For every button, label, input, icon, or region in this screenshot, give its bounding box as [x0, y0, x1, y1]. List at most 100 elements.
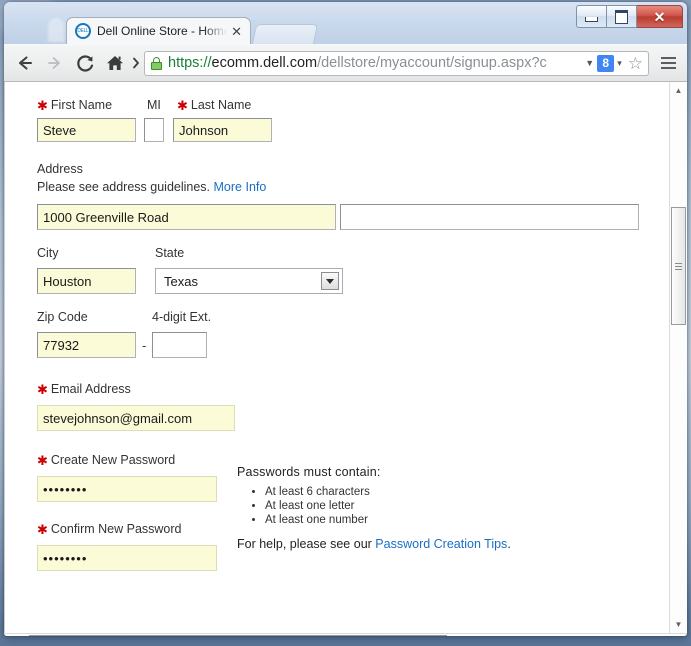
menu-icon-line: [660, 57, 676, 59]
url-text: https://ecomm.dell.com/dellstore/myaccou…: [168, 56, 582, 71]
city-input[interactable]: [37, 268, 136, 294]
password-rules-column: Passwords must contain: At least 6 chara…: [237, 451, 511, 571]
zip-label-cell: Zip Code: [37, 308, 152, 326]
last-name-label-text: Last Name: [190, 98, 252, 112]
zip-label: Zip Code: [37, 310, 88, 324]
password-rule-item: At least one number: [265, 513, 511, 527]
url-scheme: https://: [168, 55, 212, 71]
mi-input[interactable]: [144, 118, 164, 142]
state-select-value: Texas: [164, 273, 198, 289]
vertical-scrollbar-thumb[interactable]: [671, 207, 686, 325]
tab-dell-online-store[interactable]: DELL Dell Online Store - Home ✕: [66, 17, 251, 44]
password-rule-item: At least one letter: [265, 499, 511, 513]
zip-input[interactable]: [37, 332, 136, 358]
dell-favicon-icon: DELL: [75, 23, 91, 39]
name-fields-row: [37, 118, 669, 142]
background-tab[interactable]: [251, 24, 319, 44]
zip-ext-input[interactable]: [152, 332, 208, 358]
password-rules-list: At least 6 characters At least one lette…: [237, 485, 511, 527]
window-titlebar: ✕ DELL Dell Online Store - Home ✕: [4, 2, 687, 44]
last-name-input[interactable]: [173, 118, 272, 142]
browser-menu-button[interactable]: [655, 50, 681, 76]
city-label-cell: City: [37, 244, 155, 262]
zip-fields-row: -: [37, 332, 669, 358]
address-line1-input[interactable]: [37, 204, 336, 230]
address-helper-text: Please see address guidelines. More Info: [37, 180, 669, 194]
address-section: Address Please see address guidelines. M…: [37, 160, 669, 230]
menu-icon-line: [660, 67, 676, 69]
first-name-label-cell: ✱ First Name: [37, 96, 147, 114]
scroll-up-arrow-icon[interactable]: ▲: [670, 82, 687, 99]
bookmark-star-icon[interactable]: ☆: [625, 55, 645, 72]
email-label: ✱ Email Address: [37, 382, 131, 396]
password-help-suffix: .: [507, 537, 511, 551]
password-help-text: For help, please see our Password Creati…: [237, 537, 511, 551]
address-bar[interactable]: https://ecomm.dell.com/dellstore/myaccou…: [144, 50, 649, 76]
confirm-password-label: ✱ Confirm New Password: [37, 522, 182, 536]
menu-icon-line: [660, 62, 676, 64]
first-name-label-text: First Name: [50, 98, 113, 112]
email-label-text: Email Address: [50, 382, 131, 396]
create-password-label-text: Create New Password: [50, 453, 176, 467]
password-help-prefix: For help, please see our: [237, 537, 372, 551]
first-name-input[interactable]: [37, 118, 136, 142]
tab-title: Dell Online Store - Home: [97, 24, 228, 38]
confirm-password-input[interactable]: [37, 545, 217, 571]
email-section: ✱ Email Address: [37, 380, 669, 431]
city-state-labels-row: City State: [37, 244, 669, 262]
url-path: /dellstore/myaccount/signup.aspx?c: [317, 55, 547, 71]
password-rules-title: Passwords must contain:: [237, 465, 381, 479]
required-marker-icon: ✱: [37, 522, 48, 537]
city-state-section: City State Texas: [37, 244, 669, 294]
required-marker-icon: ✱: [37, 382, 48, 397]
required-marker-icon: ✱: [37, 453, 48, 468]
scroll-down-arrow-icon[interactable]: ▼: [670, 616, 687, 633]
close-tab-icon[interactable]: ✕: [227, 25, 246, 38]
password-section: ✱ Create New Password ✱ Confirm New Pass…: [37, 451, 669, 571]
state-label-cell: State: [155, 244, 184, 262]
mi-label: MI: [147, 98, 161, 112]
more-info-link[interactable]: More Info: [214, 180, 267, 194]
google-plus-icon[interactable]: 8: [597, 54, 615, 72]
browser-window: ✕ DELL Dell Online Store - Home ✕ https:…: [4, 2, 687, 636]
first-name-label: ✱ First Name: [37, 98, 112, 112]
create-password-label: ✱ Create New Password: [37, 453, 175, 467]
back-button[interactable]: [10, 48, 40, 78]
city-label: City: [37, 246, 59, 260]
ext-label: 4-digit Ext.: [152, 310, 212, 324]
zip-labels-row: Zip Code 4-digit Ext.: [37, 308, 669, 326]
confirm-password-label-text: Confirm New Password: [50, 522, 182, 536]
horizontal-scrollbar-thumb[interactable]: [29, 635, 447, 636]
state-select[interactable]: Texas: [155, 268, 343, 294]
home-button[interactable]: [100, 48, 130, 78]
tab-strip-left-cap: [48, 18, 64, 42]
reload-button[interactable]: [70, 48, 100, 78]
ext-label-cell: 4-digit Ext.: [152, 308, 211, 326]
email-input[interactable]: [37, 405, 235, 431]
required-marker-icon: ✱: [177, 98, 188, 113]
name-labels-row: ✱ First Name MI ✱ Last Name: [37, 96, 669, 114]
tab-strip: DELL Dell Online Store - Home ✕: [4, 17, 687, 44]
state-label: State: [155, 246, 185, 260]
toolbar-overflow-chevron-icon[interactable]: [130, 48, 142, 78]
omnibox-dropdown-icon[interactable]: ▼: [582, 58, 597, 68]
password-fields-column: ✱ Create New Password ✱ Confirm New Pass…: [37, 451, 233, 571]
mi-label-cell: MI: [147, 96, 177, 114]
password-creation-tips-link[interactable]: Password Creation Tips: [375, 537, 507, 551]
horizontal-scrollbar[interactable]: ◀ ▶: [4, 633, 687, 636]
scroll-left-arrow-icon[interactable]: ◀: [4, 634, 21, 636]
address-line2-input[interactable]: [340, 204, 640, 230]
password-rule-item: At least 6 characters: [265, 485, 511, 499]
scroll-right-arrow-icon[interactable]: ▶: [670, 634, 687, 636]
create-password-input[interactable]: [37, 476, 217, 502]
forward-button[interactable]: [40, 48, 70, 78]
vertical-scrollbar[interactable]: ▲ ▼: [669, 82, 687, 633]
chevron-down-icon[interactable]: [321, 272, 339, 290]
zip-section: Zip Code 4-digit Ext. -: [37, 308, 669, 358]
last-name-label-cell: ✱ Last Name: [177, 96, 251, 114]
address-helper-sentence: Please see address guidelines.: [37, 180, 211, 194]
address-label: Address: [37, 162, 83, 176]
browser-toolbar: https://ecomm.dell.com/dellstore/myaccou…: [4, 44, 687, 82]
google-plus-caret-icon[interactable]: ▾: [614, 58, 625, 69]
viewport: ✱ First Name MI ✱ Last Name Steve Johnso…: [4, 82, 687, 633]
